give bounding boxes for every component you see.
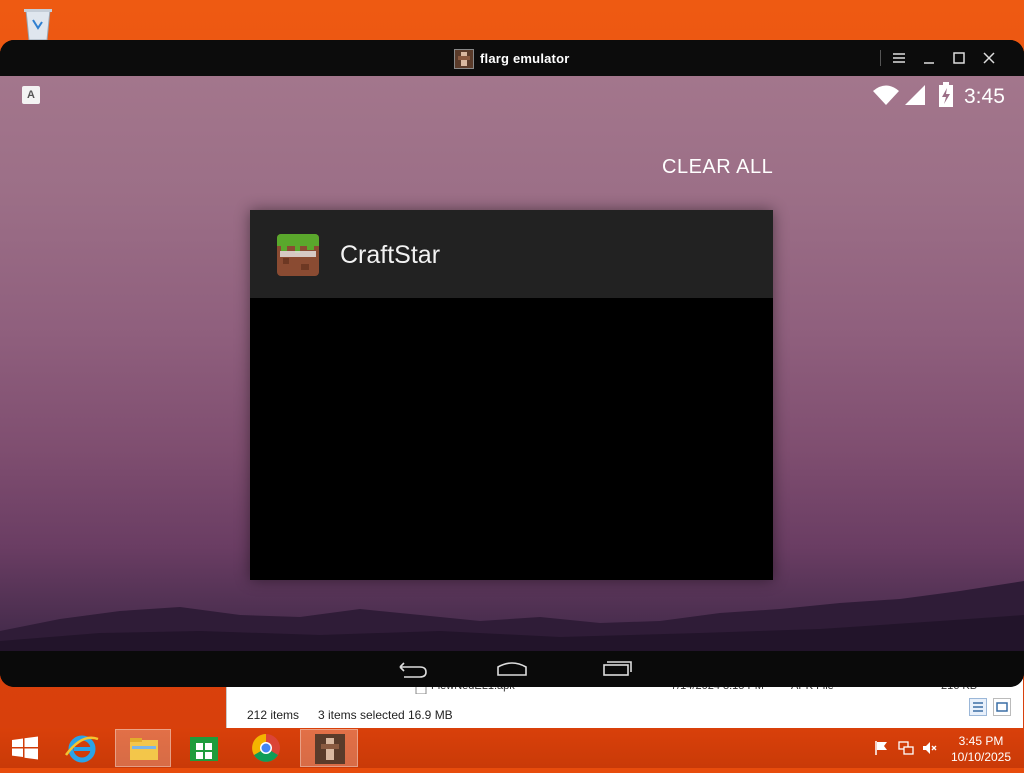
action-center-flag-icon[interactable]	[874, 740, 890, 756]
android-screen: A 3:45 CLEAR ALL CraftStar	[0, 76, 1024, 651]
network-icon[interactable]	[898, 740, 914, 756]
android-clock: 3:45	[964, 85, 1005, 108]
recycle-bin-icon[interactable]	[20, 6, 56, 41]
selected-count: 3 items selected	[318, 708, 405, 722]
explorer-status-bar: 212 items 3 items selected 16.9 MB	[227, 700, 1023, 728]
item-count: 212 items	[247, 708, 300, 722]
details-view-button[interactable]	[969, 698, 987, 716]
home-button[interactable]	[492, 657, 532, 681]
recents-button[interactable]	[596, 657, 636, 681]
emulator-titlebar[interactable]: flarg emulator	[0, 40, 1024, 76]
emulator-taskbar-icon[interactable]	[300, 729, 358, 767]
close-button[interactable]	[976, 46, 1002, 70]
volume-muted-icon[interactable]	[922, 740, 938, 756]
taskbar: 3:45 PM 10/10/2025	[0, 728, 1024, 768]
cell-signal-icon	[904, 84, 926, 111]
maximize-button[interactable]	[946, 46, 972, 70]
recent-app-card-header[interactable]: CraftStar	[250, 210, 773, 298]
minimize-button[interactable]	[916, 46, 942, 70]
emulator-logo-icon	[454, 49, 474, 69]
mountain-silhouette	[0, 581, 1024, 651]
wifi-icon	[872, 84, 900, 111]
titlebar-divider	[880, 50, 881, 66]
start-button[interactable]	[0, 729, 50, 767]
recent-app-name: CraftStar	[340, 241, 441, 269]
recent-app-card[interactable]: CraftStar	[250, 210, 773, 580]
emulator-title: flarg emulator	[480, 51, 570, 66]
store-icon[interactable]	[176, 729, 232, 767]
taskbar-date: 10/10/2025	[950, 750, 1012, 764]
battery-charging-icon	[938, 82, 954, 113]
selected-size: 16.9 MB	[408, 708, 453, 722]
chrome-icon[interactable]	[238, 729, 294, 767]
android-navbar	[0, 651, 1024, 687]
menu-button[interactable]	[886, 46, 912, 70]
notification-a-icon: A	[22, 86, 40, 104]
emulator-window: flarg emulator A 3:45 CLEAR ALL CraftSta…	[0, 40, 1024, 687]
taskbar-time: 3:45 PM	[958, 734, 1004, 748]
file-explorer-icon[interactable]	[115, 729, 171, 767]
clear-all-button[interactable]: CLEAR ALL	[662, 156, 773, 179]
back-button[interactable]	[392, 657, 432, 681]
craftstar-app-icon	[277, 234, 319, 276]
large-icons-view-button[interactable]	[993, 698, 1011, 716]
internet-explorer-icon[interactable]	[54, 729, 110, 767]
taskbar-clock[interactable]: 3:45 PM 10/10/2025	[946, 733, 1016, 765]
recent-app-thumbnail[interactable]	[250, 298, 773, 580]
